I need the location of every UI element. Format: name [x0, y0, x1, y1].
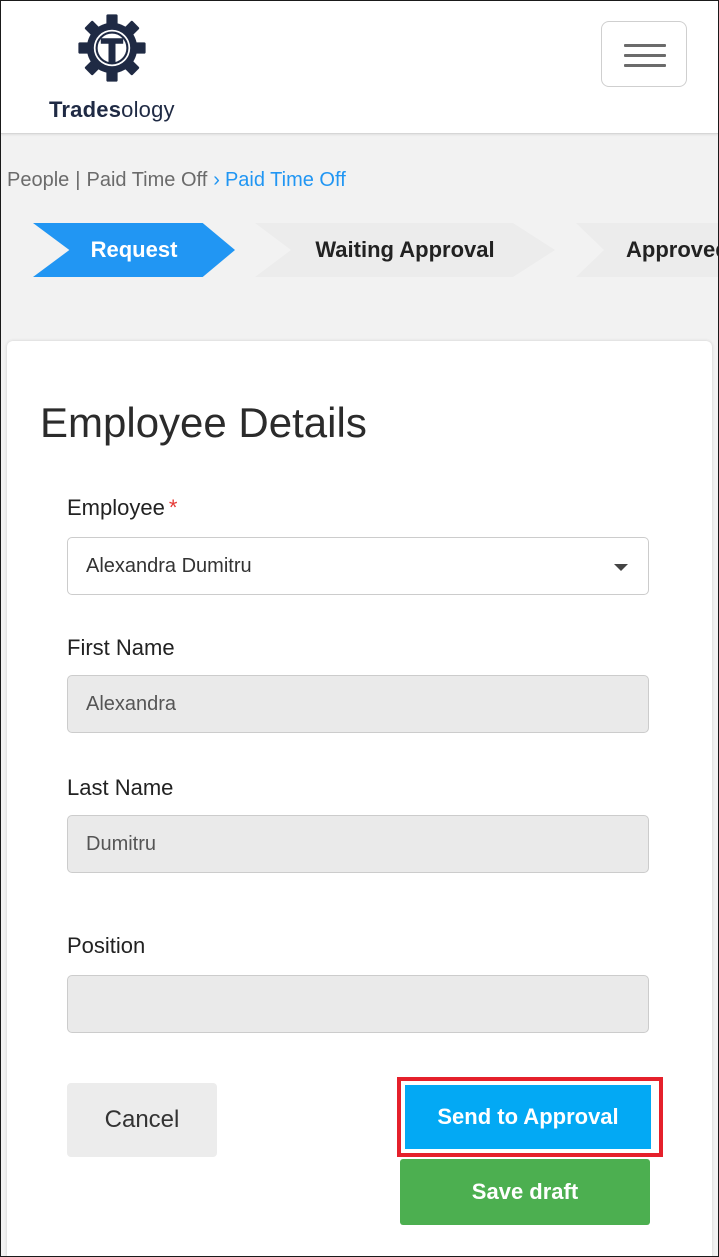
first-name-label: First Name: [67, 635, 175, 660]
app-frame: Tradesology en People | Paid Time Off › Paid…: [0, 0, 719, 1257]
send-to-approval-button[interactable]: Send to Approval: [405, 1085, 651, 1149]
employee-select-value: Alexandra Dumitru: [86, 554, 252, 577]
save-draft-button[interactable]: Save draft: [400, 1159, 650, 1225]
page-title: Employee Details: [40, 399, 367, 446]
highlight-box: Send to Approval: [397, 1077, 663, 1157]
first-name-field[interactable]: Alexandra: [67, 675, 649, 733]
required-marker: *: [168, 495, 178, 520]
employee-select[interactable]: Alexandra Dumitru: [67, 537, 649, 595]
tradesology-logo[interactable]: Tradesology: [49, 11, 189, 123]
last-name-value: Dumitru: [86, 832, 157, 855]
caret-down-icon: [614, 564, 628, 571]
step-approved: Approved: [576, 223, 718, 277]
employee-label: Employee *: [67, 495, 178, 520]
first-name-value: Alexandra: [86, 692, 177, 715]
cancel-button[interactable]: Cancel: [67, 1083, 217, 1157]
step-waiting-approval: Waiting Approval: [255, 223, 555, 277]
breadcrumb-people[interactable]: People: [7, 169, 69, 191]
chevron-right-icon: ›: [213, 169, 220, 191]
top-header: Tradesology en: [1, 1, 718, 134]
last-name-field[interactable]: Dumitru: [67, 815, 649, 873]
hamburger-icon-bar: [624, 44, 666, 47]
breadcrumb-paid-time-off[interactable]: Paid Time Off: [86, 169, 207, 191]
breadcrumb-current[interactable]: Paid Time Off: [225, 169, 346, 191]
last-name-label: Last Name: [67, 775, 174, 800]
logo-wordmark: Tradesology: [49, 97, 175, 122]
hamburger-icon-bar: [624, 64, 666, 67]
breadcrumb: People | Paid Time Off › Paid Time Off: [7, 169, 346, 192]
menu-toggle-button[interactable]: [601, 21, 687, 87]
workflow-stepper: Request Waiting Approval Approved: [1, 223, 718, 277]
position-label: Position: [67, 933, 146, 958]
breadcrumb-separator: |: [75, 169, 81, 191]
gear-logo-icon: [78, 14, 146, 82]
employee-details-card: Employee Details Employee * Alexandra Dum…: [7, 341, 712, 1256]
step-request: Request: [33, 223, 235, 277]
position-field[interactable]: [67, 975, 649, 1033]
hamburger-icon-bar: [624, 54, 666, 57]
